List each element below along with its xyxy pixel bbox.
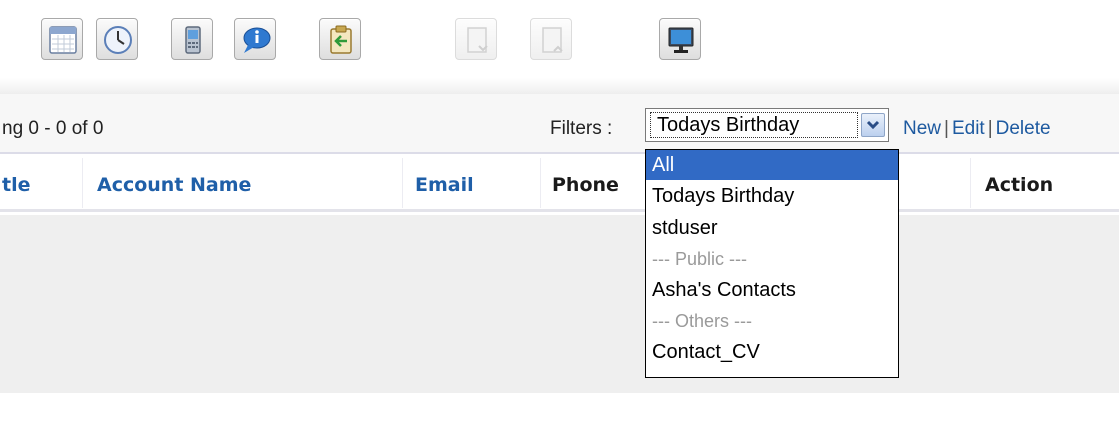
calendar-icon [49,26,77,54]
filter-actions: New | Edit | Delete [903,118,1051,140]
list-header-bar: ng 0 - 0 of 0 Filters : Todays Birthday … [0,94,1119,154]
column-action: Action [985,174,1054,196]
filter-group-others: --- Others --- [652,311,752,331]
column-divider [82,158,83,208]
separator: | [987,118,993,139]
monitor-button[interactable] [659,18,701,60]
clock-icon [104,26,132,54]
edit-filter-link[interactable]: Edit [952,118,985,139]
move-down-button [455,18,497,60]
filter-select-value: Todays Birthday [650,112,858,138]
filter-option-all[interactable]: All [646,150,898,180]
column-divider [970,158,971,208]
mobile-button[interactable] [171,18,213,60]
clipboard-import-icon [330,25,352,54]
filter-option-ashas-contacts[interactable]: Asha's Contacts [646,274,898,306]
table-body [0,215,1119,421]
monitor-icon [668,27,694,53]
delete-filter-link[interactable]: Delete [996,118,1051,139]
mobile-phone-icon [185,26,201,54]
page-down-icon [467,27,488,53]
separator: | [944,118,949,139]
column-divider [402,158,403,208]
filter-dropdown-list: All Todays Birthday stduser --- Public -… [645,149,899,378]
filter-option-stduser[interactable]: stduser [646,212,898,244]
column-title[interactable]: tle [2,174,30,196]
chat-button[interactable] [234,18,276,60]
empty-list-area [0,215,1119,393]
column-divider [540,158,541,208]
filters-label: Filters : [550,118,613,139]
toolbar-separator-band [0,78,1119,94]
import-button[interactable] [319,18,361,60]
column-account-name[interactable]: Account Name [97,174,251,196]
paging-info: ng 0 - 0 of 0 [2,118,104,139]
dropdown-arrow-button[interactable] [861,113,885,137]
new-filter-link[interactable]: New [903,118,941,139]
move-up-button [530,18,572,60]
filter-option-contact-cv[interactable]: Contact_CV [646,336,898,368]
clock-button[interactable] [96,18,138,60]
filter-select[interactable]: Todays Birthday [645,108,889,142]
page-up-icon [542,27,563,53]
toolbar [0,0,1119,78]
filter-option-todays-birthday[interactable]: Todays Birthday [646,180,898,212]
chevron-down-icon [866,120,880,130]
filter-group-public: --- Public --- [652,249,747,269]
chat-bubble-icon [243,27,271,53]
calendar-button[interactable] [41,18,83,60]
column-phone: Phone [552,174,619,196]
table-header: tle Account Name Email Phone Action [0,154,1119,212]
column-email[interactable]: Email [415,174,474,196]
